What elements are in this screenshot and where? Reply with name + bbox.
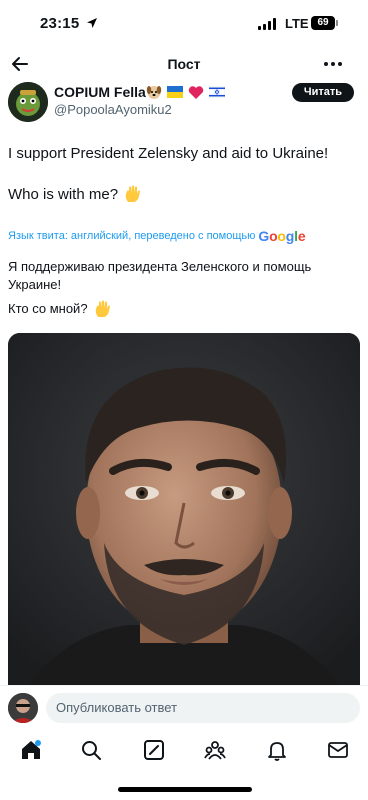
translated-text-line1: Я поддерживаю президента Зеленского и по…: [8, 259, 312, 274]
status-time: 23:15: [40, 15, 80, 32]
dog-emoji-icon: [146, 86, 162, 99]
reply-input[interactable]: Опубликовать ответ: [46, 693, 360, 723]
tweet-text-question: Who is with me?: [8, 185, 119, 203]
author-badges: [146, 84, 225, 100]
notifications-icon[interactable]: [266, 739, 288, 761]
home-indicator: [118, 787, 252, 792]
grok-icon[interactable]: [143, 739, 165, 761]
author-handle[interactable]: @PopoolaAyomiku2: [54, 102, 172, 117]
author-name[interactable]: COPIUM Fella: [54, 84, 146, 100]
google-logo-letter: G: [258, 228, 270, 244]
top-nav-bar: Пост: [0, 50, 368, 80]
status-bar: 23:15 LTE 69: [0, 0, 368, 46]
google-logo-letter: o: [277, 228, 286, 244]
more-options-icon[interactable]: [322, 56, 344, 72]
search-icon[interactable]: [80, 739, 102, 761]
bottom-tab-bar: [0, 730, 368, 770]
tweet-text-line1: I support President Zelensky and aid to …: [8, 145, 329, 162]
tweet-photo[interactable]: [8, 333, 360, 685]
author-avatar[interactable]: [8, 82, 48, 122]
reply-bar: Опубликовать ответ: [0, 685, 368, 730]
battery-icon: 69: [311, 16, 335, 30]
page-title: Пост: [167, 56, 201, 72]
translated-text-line3: Кто со мной?: [8, 300, 111, 318]
user-avatar[interactable]: [8, 693, 38, 723]
red-heart-icon: [188, 85, 204, 99]
raised-hand-emoji-icon: [95, 300, 110, 317]
tweet-text-line2: Who is with me?: [8, 185, 141, 203]
google-logo: Google: [258, 228, 305, 244]
israel-flag-icon: [209, 86, 225, 98]
network-type: LTE: [285, 16, 309, 31]
cell-signal-icon: [258, 18, 276, 30]
battery-tip: [336, 20, 338, 26]
follow-button[interactable]: Читать: [292, 83, 354, 102]
translation-info-text: Язык твита: английский, переведено с пом…: [8, 230, 256, 242]
home-icon[interactable]: [20, 739, 42, 761]
translated-text-line2: Украине!: [8, 277, 62, 292]
location-arrow-icon: [87, 18, 97, 28]
translated-question: Кто со мной?: [8, 301, 88, 316]
google-logo-letter: g: [285, 228, 295, 244]
communities-icon[interactable]: [204, 739, 226, 761]
translation-info[interactable]: Язык твита: английский, переведено с пом…: [8, 228, 306, 244]
ukraine-flag-icon: [167, 86, 183, 98]
messages-icon[interactable]: [327, 739, 349, 761]
raised-hand-emoji-icon: [125, 185, 141, 202]
google-logo-letter: e: [297, 228, 306, 244]
